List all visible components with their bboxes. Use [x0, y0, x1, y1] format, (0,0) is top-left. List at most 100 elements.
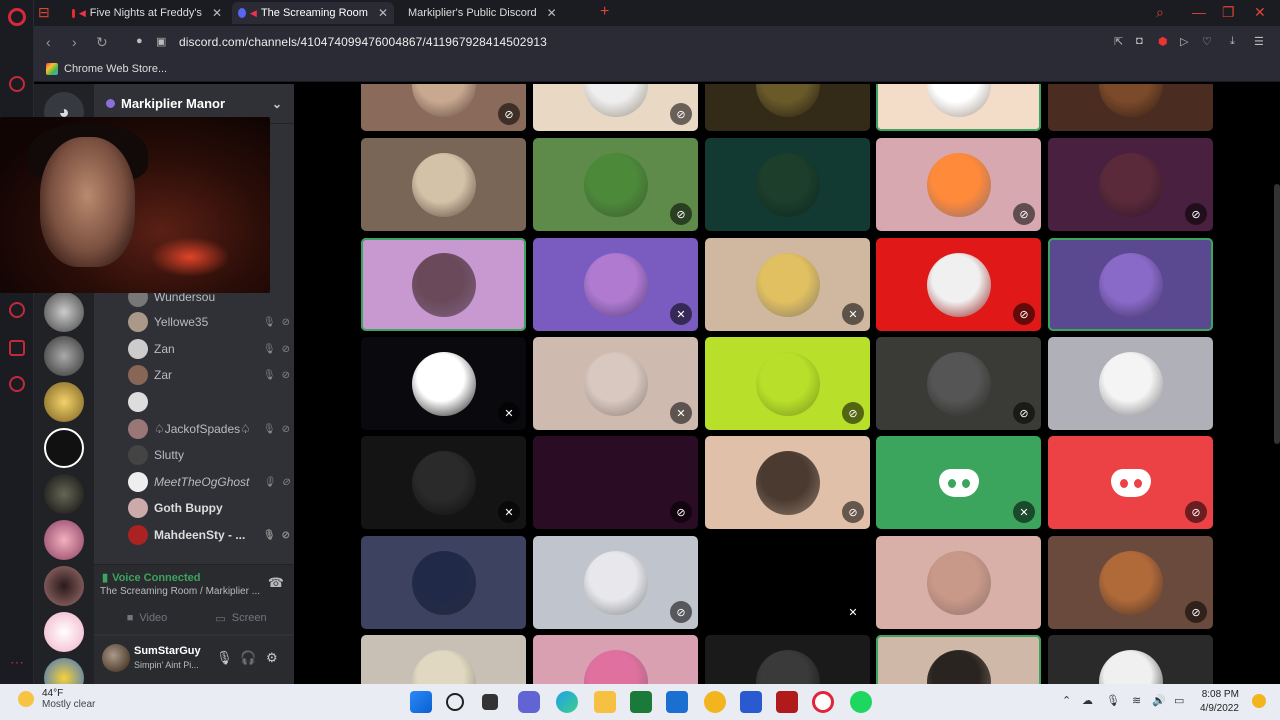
server-icon[interactable]: [44, 474, 84, 514]
start-icon[interactable]: [410, 691, 432, 713]
participant-tile[interactable]: ⊘: [533, 536, 698, 629]
avatar[interactable]: [102, 644, 130, 672]
voice-user[interactable]: Goth Buppy: [128, 497, 290, 519]
url-field[interactable]: discord.com/channels/410474099476004867/…: [179, 35, 547, 49]
spotify-icon[interactable]: [850, 691, 872, 713]
participant-tile[interactable]: [705, 138, 870, 231]
screen-share-button[interactable]: ▭ Screen: [198, 607, 284, 629]
menu-icon[interactable]: ☰: [1254, 35, 1266, 48]
settings-icon[interactable]: [9, 376, 25, 392]
participant-tile[interactable]: ⊘: [533, 436, 698, 529]
close-window-button[interactable]: ✕: [1254, 4, 1266, 21]
heart-icon[interactable]: ♡: [1202, 35, 1214, 48]
close-tab-icon[interactable]: ✕: [378, 6, 388, 20]
gear-icon[interactable]: ⚙: [266, 650, 278, 666]
server-icon[interactable]: [44, 566, 84, 606]
search-icon[interactable]: ⌕: [1156, 4, 1164, 21]
voice-user[interactable]: Yellowe35 🎙 ⊘: [128, 311, 290, 333]
participant-tile[interactable]: ⊘: [876, 238, 1041, 331]
forward-button[interactable]: ›: [72, 34, 77, 50]
adblock-icon[interactable]: ⬢: [1158, 35, 1170, 48]
cloud-icon[interactable]: ☁: [1082, 694, 1093, 707]
participant-tile[interactable]: ✕: [361, 337, 526, 430]
back-button[interactable]: ‹: [46, 34, 51, 50]
tab-fnaf[interactable]: ◀ Five Nights at Freddy's ✕: [66, 2, 228, 24]
chat-icon[interactable]: [518, 691, 540, 713]
wifi-icon[interactable]: ≋: [1132, 694, 1141, 707]
download-icon[interactable]: ⤓: [1230, 35, 1242, 47]
server-icon[interactable]: [44, 292, 84, 332]
participant-tile[interactable]: ✕: [361, 436, 526, 529]
disconnect-icon[interactable]: ☎: [268, 575, 284, 591]
edge-icon[interactable]: [556, 691, 578, 713]
participant-tile[interactable]: [705, 84, 870, 131]
voice-user[interactable]: MeetTheOgGhost 🎙 ⊘: [128, 471, 290, 493]
excel-icon[interactable]: [630, 691, 652, 713]
tab-public-discord[interactable]: Markiplier's Public Discord ✕: [398, 2, 562, 24]
participant-tile[interactable]: ⊘: [1048, 436, 1213, 529]
participant-tile[interactable]: [705, 635, 870, 684]
voice-user[interactable]: MahdeenSty - ... 🎙 ⊘: [128, 524, 290, 546]
share-icon[interactable]: ⇱: [1114, 35, 1126, 48]
microphone-icon[interactable]: 🎙: [216, 650, 233, 666]
participant-tile[interactable]: ⊘: [876, 337, 1041, 430]
system-clock[interactable]: 8:08 PM 4/9/2022: [1200, 688, 1239, 716]
new-tab-button[interactable]: +: [600, 3, 609, 21]
opera-icon[interactable]: [812, 691, 834, 713]
participant-tile[interactable]: ⊘: [705, 436, 870, 529]
microphone-icon[interactable]: 🎙: [1106, 694, 1120, 707]
participant-tile[interactable]: [1048, 238, 1213, 331]
server-icon[interactable]: [44, 382, 84, 422]
participant-tile[interactable]: ✕: [876, 436, 1041, 529]
history-icon[interactable]: [9, 302, 25, 318]
chevron-down-icon[interactable]: ⌄: [272, 97, 282, 111]
file-explorer-icon[interactable]: [594, 691, 616, 713]
participant-tile[interactable]: ⊘: [361, 84, 526, 131]
participant-tile[interactable]: [533, 635, 698, 684]
weather-widget[interactable]: 44°F Mostly clear: [18, 688, 95, 710]
participant-tile[interactable]: [1048, 337, 1213, 430]
participant-tile[interactable]: [361, 138, 526, 231]
participant-tile[interactable]: ✕: [705, 536, 870, 629]
mail-icon[interactable]: [666, 691, 688, 713]
voice-user[interactable]: ♤JackofSpades♤ 🎙 ⊘: [128, 418, 290, 440]
participant-tile[interactable]: ⊘: [533, 138, 698, 231]
participant-tile[interactable]: [361, 238, 526, 331]
search-icon[interactable]: [446, 693, 464, 711]
minimize-button[interactable]: —: [1192, 4, 1206, 20]
lock-icon[interactable]: ▣: [156, 35, 168, 48]
participant-tile[interactable]: ⊘: [1048, 536, 1213, 629]
participant-tile[interactable]: ✕: [533, 238, 698, 331]
participant-tile[interactable]: [1048, 635, 1213, 684]
reload-button[interactable]: ↻: [96, 34, 108, 51]
video-button[interactable]: ■ Video: [104, 607, 190, 629]
server-icon[interactable]: [44, 612, 84, 652]
send-icon[interactable]: ▷: [1180, 35, 1192, 48]
participant-tile[interactable]: ⊘: [1048, 138, 1213, 231]
close-tab-icon[interactable]: ✕: [212, 6, 222, 20]
extensions-icon[interactable]: [9, 340, 25, 356]
participant-tile[interactable]: [876, 635, 1041, 684]
voice-user[interactable]: [128, 391, 290, 413]
app-icon[interactable]: [776, 691, 798, 713]
voice-user[interactable]: Slutty: [128, 444, 290, 466]
tab-menu-icon[interactable]: ⊟: [38, 4, 50, 21]
tab-screaming-room[interactable]: ◀ The Screaming Room ✕: [232, 2, 394, 24]
server-icon[interactable]: [44, 428, 84, 468]
participant-tile[interactable]: ⊘: [705, 337, 870, 430]
close-tab-icon[interactable]: ✕: [547, 6, 557, 20]
battery-icon[interactable]: ▭: [1174, 694, 1184, 707]
notification-icon[interactable]: [1252, 694, 1266, 708]
scrollbar[interactable]: [1274, 184, 1280, 444]
microphone-icon[interactable]: ●: [136, 35, 148, 47]
participant-tile[interactable]: [1048, 84, 1213, 131]
camera-icon[interactable]: ◘: [1136, 35, 1148, 47]
participant-tile[interactable]: ✕: [705, 238, 870, 331]
participant-tile[interactable]: ⊘: [876, 138, 1041, 231]
server-icon[interactable]: [44, 336, 84, 376]
participant-tile[interactable]: [361, 536, 526, 629]
chevron-up-icon[interactable]: ⌃: [1062, 694, 1071, 707]
restore-button[interactable]: ❐: [1222, 4, 1235, 21]
participant-tile[interactable]: [876, 536, 1041, 629]
task-view-icon[interactable]: [482, 694, 498, 710]
